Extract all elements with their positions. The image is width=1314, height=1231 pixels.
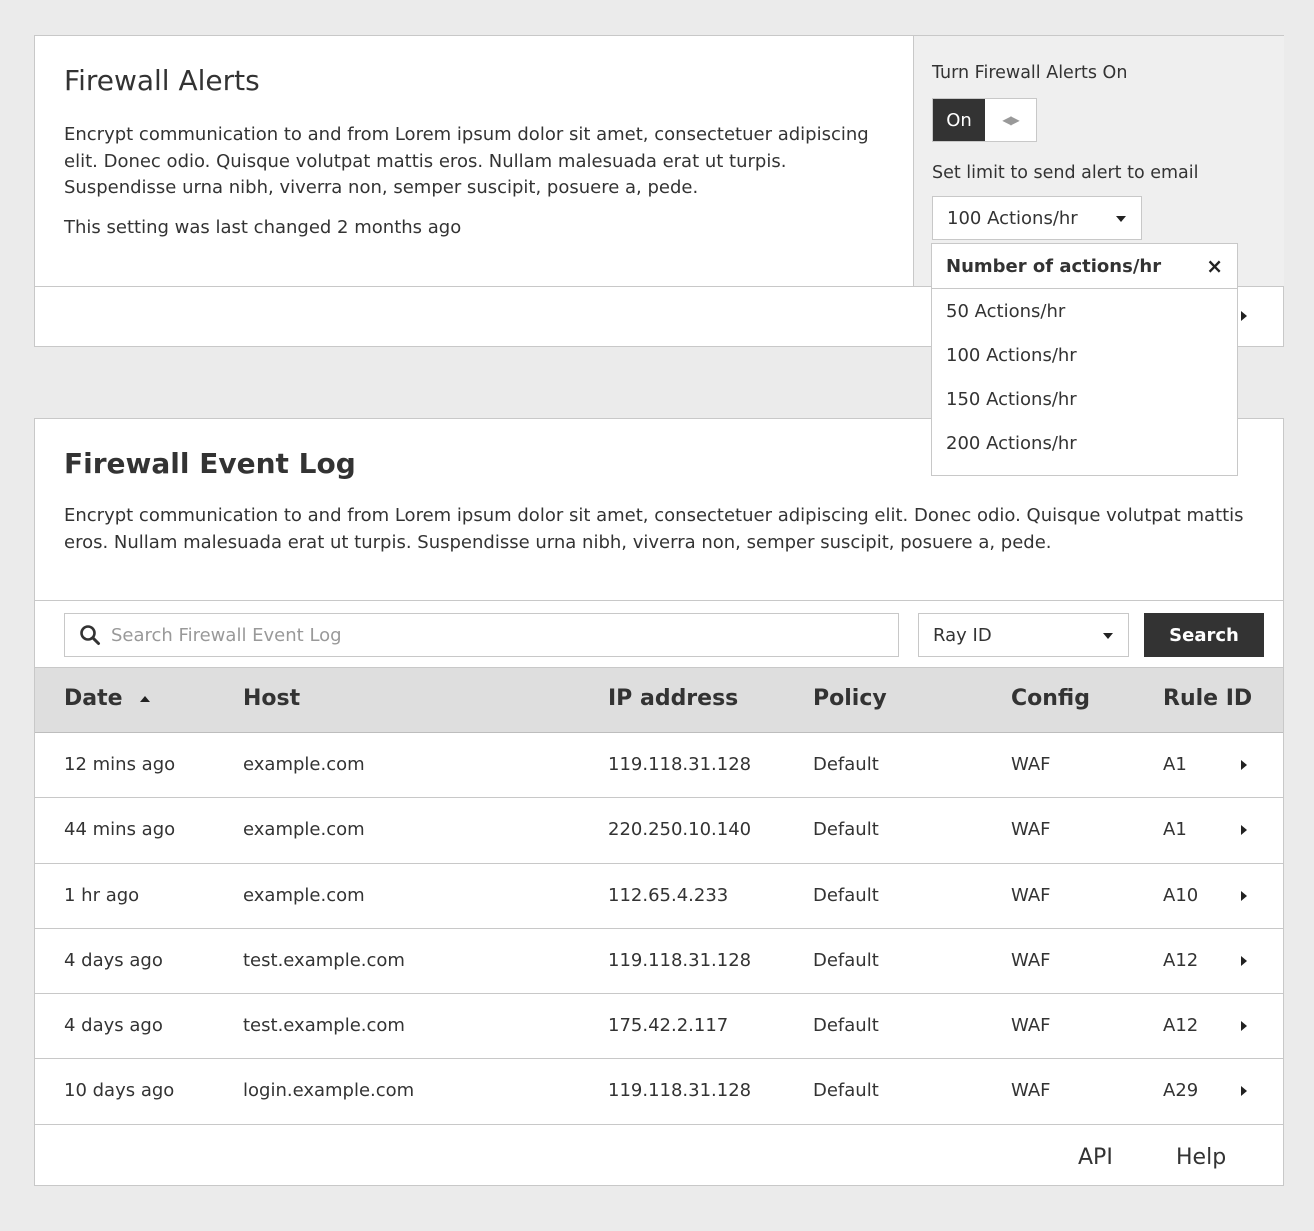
- alerts-main-panel: Firewall Alerts Encrypt communication to…: [35, 36, 913, 286]
- toggle-handle-icon[interactable]: ◀▶: [985, 99, 1036, 141]
- cell-policy: Default: [813, 1080, 879, 1102]
- search-button[interactable]: Search: [1144, 613, 1264, 657]
- cell-date: 10 days ago: [64, 1080, 175, 1102]
- cell-ip-address: 119.118.31.128: [608, 754, 752, 775]
- cell-ip-address: 112.65.4.233: [608, 884, 729, 906]
- event-log-rows: 12 mins ago example.com 119.118.31.128 D…: [35, 733, 1283, 1125]
- api-link[interactable]: API: [1078, 1145, 1113, 1170]
- log-footer: API Help: [35, 1125, 1283, 1185]
- cell-config: WAF: [1011, 819, 1051, 841]
- cell-rule-id: A29: [1163, 1080, 1199, 1102]
- table-row[interactable]: 1 hr ago example.com 112.65.4.233 Defaul…: [35, 864, 1283, 929]
- cell-host: example.com: [243, 754, 365, 775]
- cell-config: WAF: [1011, 949, 1051, 971]
- chevron-right-icon[interactable]: [1241, 1086, 1247, 1097]
- dropdown-option[interactable]: 200 Actions/hr: [932, 421, 1237, 465]
- cell-host: example.com: [243, 884, 365, 906]
- cell-rule-id: A10: [1163, 884, 1199, 906]
- toggle-on-option[interactable]: On: [933, 99, 985, 141]
- cell-ip-address: 220.250.10.140: [608, 819, 752, 841]
- cell-host: test.example.com: [243, 1015, 405, 1037]
- limit-select-value: 100 Actions/hr: [947, 207, 1078, 229]
- alerts-description: Encrypt communication to and from Lorem …: [64, 124, 869, 198]
- table-row[interactable]: 10 days ago login.example.com 119.118.31…: [35, 1059, 1283, 1125]
- cell-rule-id: A1: [1163, 754, 1187, 775]
- cell-ip-address: 119.118.31.128: [608, 1080, 752, 1102]
- column-header-config[interactable]: Config: [1011, 686, 1090, 711]
- chevron-down-icon: [1116, 216, 1126, 222]
- cell-ip-address: 119.118.31.128: [608, 949, 752, 971]
- alerts-last-changed: This setting was last changed 2 months a…: [64, 217, 462, 238]
- dropdown-option[interactable]: 100 Actions/hr: [932, 333, 1237, 377]
- cell-host: login.example.com: [243, 1080, 415, 1102]
- column-header-rule-id[interactable]: Rule ID: [1163, 686, 1252, 711]
- column-header-date[interactable]: Date: [64, 686, 150, 711]
- chevron-down-icon: [1103, 633, 1113, 639]
- column-header-ip-address[interactable]: IP address: [608, 686, 738, 711]
- cell-rule-id: A1: [1163, 819, 1187, 841]
- search-input[interactable]: [111, 624, 891, 646]
- column-header-label: Date: [64, 686, 123, 711]
- table-row[interactable]: 4 days ago test.example.com 175.42.2.117…: [35, 994, 1283, 1060]
- cell-policy: Default: [813, 884, 879, 906]
- cell-policy: Default: [813, 754, 879, 775]
- chevron-right-icon[interactable]: [1241, 825, 1247, 836]
- cell-date: 4 days ago: [64, 1015, 163, 1037]
- search-bar: Ray ID Search: [35, 600, 1283, 667]
- firewall-event-log-card: Firewall Event Log Encrypt communication…: [34, 418, 1284, 1186]
- column-header-policy[interactable]: Policy: [813, 686, 887, 711]
- cell-config: WAF: [1011, 1015, 1051, 1037]
- search-field-select[interactable]: Ray ID: [918, 613, 1129, 657]
- search-icon: [79, 624, 101, 646]
- cell-host: example.com: [243, 819, 365, 841]
- alerts-toggle[interactable]: On ◀▶: [932, 98, 1037, 142]
- cell-date: 44 mins ago: [64, 819, 176, 841]
- table-row[interactable]: 12 mins ago example.com 119.118.31.128 D…: [35, 733, 1283, 799]
- column-header-host[interactable]: Host: [243, 686, 300, 711]
- cell-host: test.example.com: [243, 949, 405, 971]
- table-header: Date Host IP address Policy Config Rule …: [35, 667, 1283, 733]
- cell-policy: Default: [813, 819, 879, 841]
- cell-config: WAF: [1011, 754, 1051, 775]
- dropdown-option[interactable]: 50 Actions/hr: [932, 289, 1237, 333]
- table-row[interactable]: 44 mins ago example.com 220.250.10.140 D…: [35, 798, 1283, 864]
- chevron-right-icon[interactable]: [1241, 760, 1247, 770]
- dropdown-header: Number of actions/hr ×: [932, 244, 1237, 289]
- limit-select[interactable]: 100 Actions/hr: [932, 196, 1142, 240]
- chevron-right-icon[interactable]: [1241, 311, 1247, 321]
- search-field[interactable]: [64, 613, 899, 657]
- cell-date: 12 mins ago: [64, 754, 176, 775]
- cell-config: WAF: [1011, 1080, 1051, 1102]
- close-icon[interactable]: ×: [1206, 254, 1223, 278]
- chevron-right-icon[interactable]: [1241, 1021, 1247, 1032]
- toggle-label: Turn Firewall Alerts On: [932, 63, 1128, 83]
- chevron-right-icon[interactable]: [1241, 890, 1247, 901]
- cell-policy: Default: [813, 1015, 879, 1037]
- alerts-title: Firewall Alerts: [64, 64, 260, 97]
- cell-policy: Default: [813, 949, 879, 971]
- search-field-value: Ray ID: [933, 624, 992, 646]
- cell-rule-id: A12: [1163, 1015, 1199, 1037]
- cell-rule-id: A12: [1163, 949, 1199, 971]
- cell-ip-address: 175.42.2.117: [608, 1015, 729, 1037]
- help-link[interactable]: Help: [1176, 1145, 1226, 1170]
- dropdown-header-label: Number of actions/hr: [946, 255, 1162, 277]
- dropdown-option[interactable]: 150 Actions/hr: [932, 377, 1237, 421]
- log-description: Encrypt communication to and from Lorem …: [64, 505, 1244, 553]
- table-row[interactable]: 4 days ago test.example.com 119.118.31.1…: [35, 929, 1283, 995]
- sort-ascending-icon[interactable]: [140, 696, 150, 702]
- cell-date: 4 days ago: [64, 949, 163, 971]
- cell-date: 1 hr ago: [64, 884, 140, 906]
- cell-config: WAF: [1011, 884, 1051, 906]
- log-title: Firewall Event Log: [64, 447, 356, 480]
- limit-dropdown-menu: Number of actions/hr × 50 Actions/hr 100…: [931, 243, 1238, 476]
- chevron-right-icon[interactable]: [1241, 955, 1247, 966]
- limit-label: Set limit to send alert to email: [932, 163, 1199, 183]
